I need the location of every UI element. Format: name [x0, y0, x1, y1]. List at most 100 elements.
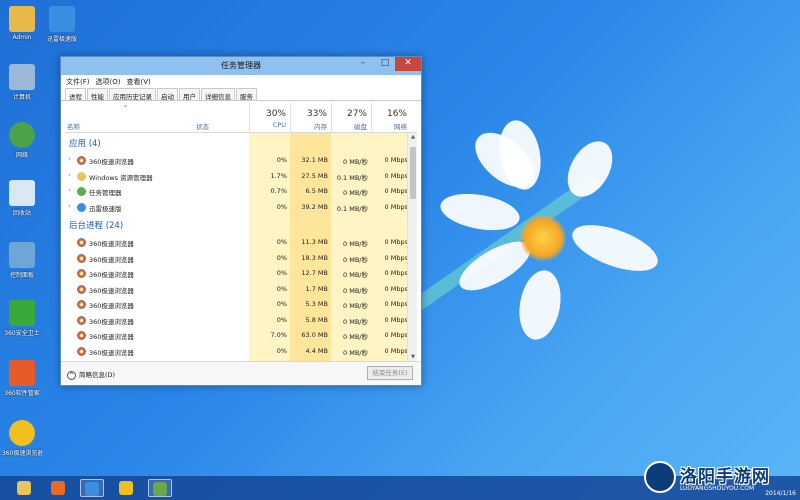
wallpaper-petal [514, 267, 566, 343]
column-network[interactable]: 16% 网络 [371, 103, 411, 133]
xunlei-icon [49, 6, 75, 32]
desktop-icon-admin[interactable]: Admin [2, 6, 42, 41]
browser-360-icon [77, 331, 86, 340]
menu-view[interactable]: 查看(V) [126, 77, 150, 88]
process-name: 360极速浏览器 [89, 286, 134, 295]
desktop-icon-computer[interactable]: 计算机 [2, 64, 42, 101]
chevron-right-icon[interactable]: › [68, 186, 71, 194]
table-row[interactable]: 360极速浏览器 0% 5.8 MB 0 MB/秒 0 Mbps [65, 313, 408, 328]
task-manager-icon [77, 187, 86, 196]
desktop-icon-360-safe[interactable]: 360安全卫士 [2, 300, 42, 337]
vertical-scrollbar[interactable]: ▲ ▼ [407, 133, 417, 361]
memory-total: 33% [306, 109, 327, 119]
process-name: 360极速浏览器 [89, 333, 134, 341]
browser-360-icon [77, 269, 86, 278]
desktop-icon-360-software[interactable]: 360软件管家 [2, 360, 42, 397]
table-row[interactable]: › 360极速浏览器 0% 32.1 MB 0 MB/秒 0 Mbps [65, 153, 408, 168]
process-name: 360极速浏览器 [89, 255, 134, 264]
table-row[interactable]: › 迅雷极速版 0% 39.2 MB 0.1 MB/秒 0 Mbps [65, 200, 408, 215]
memory-label: 内存 [314, 123, 327, 131]
browser-360-icon [119, 481, 133, 495]
process-name: 360极速浏览器 [89, 240, 134, 248]
table-row[interactable]: › 任务管理器 0.7% 6.5 MB 0 MB/秒 0 Mbps [65, 184, 408, 199]
end-task-button[interactable]: 结束任务(E) [367, 366, 413, 380]
taskbar-item[interactable] [148, 479, 172, 497]
process-memory: 27.5 MB [301, 171, 328, 180]
taskbar-item[interactable] [46, 479, 70, 497]
process-cpu: 0% [276, 300, 287, 308]
tab-details[interactable]: 详细信息 [201, 88, 235, 101]
browser-360-icon [77, 156, 86, 165]
window-footer: ^ 简略信息(D) 结束任务(E) [61, 361, 421, 385]
desktop-icon-control-panel[interactable]: 控制面板 [2, 242, 42, 279]
process-name: 360极速浏览器 [89, 271, 134, 279]
process-disk: 0 MB/秒 [343, 240, 368, 248]
titlebar[interactable]: 任务管理器 – □ ✕ [61, 57, 421, 75]
table-row[interactable]: 360极速浏览器 7.0% 63.0 MB 0 MB/秒 0 Mbps [65, 328, 408, 343]
table-row[interactable]: 360极速浏览器 0% 12.7 MB 0 MB/秒 0 Mbps [65, 266, 408, 281]
table-row[interactable]: 360极速浏览器 0% 4.4 MB 0 MB/秒 0 Mbps [65, 344, 408, 359]
process-network: 0 Mbps [384, 156, 408, 164]
chevron-right-icon[interactable]: › [68, 155, 71, 163]
tab-services[interactable]: 服务 [236, 88, 257, 101]
fewer-details-button[interactable]: ^ 简略信息(D) [67, 369, 115, 380]
menu-options[interactable]: 选项(O) [96, 77, 121, 88]
taskbar-item[interactable] [114, 479, 138, 497]
wallpaper-petal [566, 215, 664, 281]
chevron-right-icon[interactable]: › [68, 202, 71, 210]
scroll-up-icon[interactable]: ▲ [408, 134, 417, 140]
minimize-button[interactable]: – [353, 57, 373, 71]
shield-plus-icon [9, 300, 35, 326]
tab-users[interactable]: 用户 [179, 88, 200, 101]
sort-arrow-icon: ^ [123, 105, 129, 112]
scroll-down-icon[interactable]: ▼ [408, 354, 417, 360]
explorer-icon [77, 171, 86, 181]
process-memory: 18.3 MB [301, 253, 328, 262]
desktop-icon-recycle-bin[interactable]: 回收站 [2, 180, 42, 217]
table-row[interactable]: 360极速浏览器 0% 1.7 MB 0 MB/秒 0 Mbps [65, 282, 408, 297]
desktop-icon-xunlei[interactable]: 迅雷极速版 [42, 6, 82, 43]
tab-app-history[interactable]: 应用历史记录 [109, 88, 156, 101]
process-cpu: 0% [276, 253, 287, 262]
process-network: 0 Mbps [384, 284, 408, 293]
table-row[interactable]: 360极速浏览器 0% 11.3 MB 0 MB/秒 0 Mbps [65, 235, 408, 250]
process-disk: 0 MB/秒 [343, 286, 368, 295]
chevron-right-icon[interactable]: › [68, 171, 71, 179]
tab-processes[interactable]: 进程 [65, 88, 86, 101]
tab-startup[interactable]: 启动 [157, 88, 178, 101]
column-memory[interactable]: 33% 内存 [290, 103, 331, 133]
chevron-up-icon: ^ [67, 370, 76, 380]
scroll-thumb[interactable] [410, 147, 416, 199]
table-row[interactable]: 360极速浏览器 0% 5.3 MB 0 MB/秒 0 Mbps [65, 297, 408, 312]
menu-file[interactable]: 文件(F) [66, 77, 90, 88]
process-memory: 5.3 MB [305, 300, 328, 308]
table-row[interactable]: › Windows 资源管理器 1.7% 27.5 MB 0.1 MB/秒 0 Mbps [65, 169, 408, 184]
process-memory: 1.7 MB [305, 284, 328, 293]
column-name[interactable]: 名称 [67, 121, 80, 131]
browser-360-icon [77, 315, 86, 325]
tab-performance[interactable]: 性能 [87, 88, 108, 101]
column-cpu[interactable]: 30% CPU [249, 103, 290, 133]
process-memory: 63.0 MB [301, 331, 328, 339]
group-header: 应用 (4) [69, 139, 101, 149]
desktop-icon-360-browser[interactable]: 360极速浏览器 [2, 420, 42, 457]
menu-bar: 文件(F) 选项(O) 查看(V) [61, 75, 421, 88]
maximize-button[interactable]: □ [375, 57, 395, 71]
process-network: 0 Mbps [384, 315, 408, 324]
process-memory: 12.7 MB [301, 269, 328, 277]
process-name: Windows 资源管理器 [89, 173, 153, 182]
column-status[interactable]: 状态 [196, 121, 209, 131]
desktop-icon-network[interactable]: 网络 [2, 122, 42, 159]
column-disk[interactable]: 27% 磁盘 [331, 103, 371, 133]
taskbar-item[interactable] [12, 479, 36, 497]
process-cpu: 0% [276, 238, 287, 246]
close-button[interactable]: ✕ [395, 57, 421, 71]
process-disk: 0 MB/秒 [343, 255, 368, 264]
network-icon [9, 122, 35, 148]
table-row[interactable]: 360极速浏览器 0% 18.3 MB 0 MB/秒 0 Mbps [65, 251, 408, 266]
taskbar-item[interactable] [80, 479, 104, 497]
process-disk: 0 MB/秒 [343, 317, 368, 326]
wallpaper-petal [437, 188, 523, 236]
process-network: 0 Mbps [384, 253, 408, 262]
table-header: ^ 名称 状态 30% CPU 33% 内存 27% 磁盘 16% 网络 [65, 103, 417, 133]
